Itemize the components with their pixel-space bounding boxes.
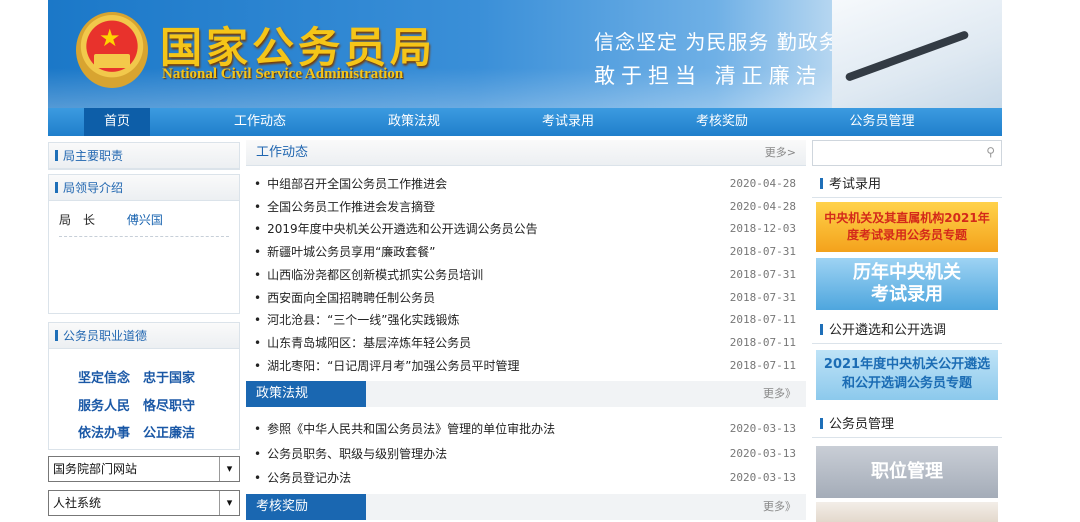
- news-item[interactable]: • 中组部召开全国公务员工作推进会 2020-04-28: [254, 173, 802, 195]
- policy-title[interactable]: 政策法规: [246, 381, 366, 407]
- nav-item-exam[interactable]: 考试录用: [526, 108, 610, 136]
- news-item[interactable]: • 公务员登记办法 2020-03-13: [254, 467, 802, 489]
- management-banner-2[interactable]: [816, 502, 998, 522]
- bullet-icon: •: [254, 290, 262, 305]
- news-item-date: 2018-07-31: [729, 267, 796, 281]
- leader-divider: [59, 236, 229, 237]
- duties-box: 局主要职责: [48, 142, 240, 170]
- leader-row: 局 长 傅兴国: [49, 201, 239, 228]
- news-item[interactable]: • 湖北枣阳：“日记周评月考”加强公务员平时管理 2018-07-11: [254, 355, 802, 377]
- slogan-line-2: 敢于担当 清正廉洁: [594, 64, 823, 88]
- news-item-date: 2018-07-11: [729, 313, 796, 327]
- news-item-date: 2018-07-11: [729, 358, 796, 372]
- work-news-title[interactable]: 工作动态: [256, 145, 308, 160]
- news-item-title[interactable]: 公务员职务、职级与级别管理办法: [267, 447, 447, 461]
- news-item-title[interactable]: 2019年度中央机关公开遴选和公开选调公务员公告: [267, 222, 538, 236]
- duties-heading[interactable]: 局主要职责: [49, 143, 239, 169]
- ethic-item[interactable]: 服务人民: [78, 395, 130, 414]
- ethic-item[interactable]: 坚定信念: [78, 367, 130, 386]
- news-item[interactable]: • 公务员职务、职级与级别管理办法 2020-03-13: [254, 443, 802, 465]
- position-management-banner[interactable]: 职位管理: [816, 446, 998, 498]
- header-banner: ★ 国家公务员局 National Civil Service Administ…: [48, 0, 1002, 108]
- policy-heading: 政策法规 更多》: [246, 381, 806, 407]
- news-item-date: 2020-04-28: [729, 199, 796, 213]
- nav-item-management[interactable]: 公务员管理: [834, 108, 930, 136]
- exam-heading: 考试录用: [812, 172, 1002, 198]
- hr-system-select[interactable]: 人社系统 ▾: [48, 490, 240, 516]
- main-nav: 首页 工作动态 政策法规 考试录用 考核奖励 公务员管理: [48, 108, 1002, 136]
- news-item[interactable]: • 西安面向全国招聘聘任制公务员 2018-07-31: [254, 287, 802, 309]
- work-news-heading: 工作动态 更多>: [246, 140, 806, 166]
- news-item-date: 2020-03-13: [729, 446, 796, 460]
- leader-name-link[interactable]: 傅兴国: [127, 213, 163, 227]
- leaders-box: 局领导介绍 局 长 傅兴国: [48, 174, 240, 314]
- nav-item-work-news[interactable]: 工作动态: [218, 108, 302, 136]
- site-subtitle: National Civil Service Administration: [162, 66, 404, 82]
- national-emblem-icon: ★: [76, 12, 148, 88]
- ethic-item[interactable]: 恪尽职守: [143, 395, 195, 414]
- news-item[interactable]: • 全国公务员工作推进会发言摘登 2020-04-28: [254, 196, 802, 218]
- slogan-line-1: 信念坚定 为民服务 勤政务实: [594, 30, 861, 54]
- reward-heading: 考核奖励 更多》: [246, 494, 806, 520]
- news-item-title[interactable]: 山西临汾尧都区创新模式抓实公务员培训: [267, 268, 483, 282]
- news-item[interactable]: • 山东青岛城阳区：基层淬炼年轻公务员 2018-07-11: [254, 332, 802, 354]
- news-item-title[interactable]: 中组部召开全国公务员工作推进会: [267, 177, 447, 191]
- banner-writing-image: [832, 0, 1002, 108]
- news-item-title[interactable]: 湖北枣阳：“日记周评月考”加强公务员平时管理: [267, 359, 519, 373]
- news-item-date: 2018-07-11: [729, 335, 796, 349]
- bullet-icon: •: [254, 222, 262, 237]
- ethic-item[interactable]: 依法办事: [78, 422, 130, 441]
- bullet-icon: •: [254, 358, 262, 373]
- chevron-down-icon[interactable]: ▾: [219, 491, 239, 515]
- nav-item-policy[interactable]: 政策法规: [372, 108, 456, 136]
- news-item-date: 2018-07-31: [729, 245, 796, 259]
- news-item[interactable]: • 2019年度中央机关公开遴选和公开选调公务员公告 2018-12-03: [254, 218, 802, 240]
- reward-more-link[interactable]: 更多》: [763, 494, 796, 520]
- ethic-item[interactable]: 公正廉洁: [143, 422, 195, 441]
- work-news-more-link[interactable]: 更多>: [765, 140, 796, 166]
- news-item-title[interactable]: 西安面向全国招聘聘任制公务员: [267, 291, 435, 305]
- bullet-icon: •: [254, 267, 262, 282]
- bullet-icon: •: [254, 422, 262, 436]
- news-item[interactable]: • 参照《中华人民共和国公务员法》管理的单位审批办法 2020-03-13: [254, 418, 802, 440]
- news-item-title[interactable]: 山东青岛城阳区：基层淬炼年轻公务员: [267, 336, 471, 350]
- ethics-heading[interactable]: 公务员职业道德: [49, 323, 239, 349]
- nav-item-reward[interactable]: 考核奖励: [680, 108, 764, 136]
- search-icon[interactable]: ⚲: [986, 145, 995, 159]
- policy-more-link[interactable]: 更多》: [763, 381, 796, 407]
- leader-role: 局 长: [59, 213, 96, 227]
- news-item-date: 2020-03-13: [729, 471, 796, 484]
- news-item[interactable]: • 山西临汾尧都区创新模式抓实公务员培训 2018-07-31: [254, 264, 802, 286]
- news-item-title[interactable]: 参照《中华人民共和国公务员法》管理的单位审批办法: [267, 422, 555, 436]
- news-item-title[interactable]: 河北沧县：“三个一线”强化实践锻炼: [267, 313, 459, 327]
- leaders-heading[interactable]: 局领导介绍: [49, 175, 239, 201]
- nav-item-home[interactable]: 首页: [84, 108, 150, 136]
- bullet-icon: •: [254, 245, 262, 260]
- gov-dept-site-select[interactable]: 国务院部门网站 ▾: [48, 456, 240, 482]
- bullet-icon: •: [254, 313, 262, 328]
- bullet-icon: •: [254, 471, 262, 485]
- exam-2021-banner[interactable]: 中央机关及其直属机构2021年度考试录用公务员专题: [816, 202, 998, 252]
- selection-heading: 公开遴选和公开选调: [812, 318, 1002, 344]
- news-item-title[interactable]: 全国公务员工作推进会发言摘登: [267, 200, 435, 214]
- ethic-item[interactable]: 忠于国家: [143, 367, 195, 386]
- reward-title[interactable]: 考核奖励: [246, 494, 366, 520]
- news-item-title[interactable]: 新疆叶城公务员享用“廉政套餐”: [267, 245, 435, 259]
- bullet-icon: •: [254, 335, 262, 350]
- news-item[interactable]: • 河北沧县：“三个一线”强化实践锻炼 2018-07-11: [254, 309, 802, 331]
- management-heading: 公务员管理: [812, 412, 1002, 438]
- selection-2021-banner[interactable]: 2021年度中央机关公开遴选和公开选调公务员专题: [816, 350, 998, 400]
- news-item-date: 2018-07-31: [729, 290, 796, 304]
- news-item[interactable]: • 新疆叶城公务员享用“廉政套餐” 2018-07-31: [254, 241, 802, 263]
- bullet-icon: •: [254, 446, 262, 461]
- news-item-date: 2020-04-28: [729, 177, 796, 190]
- news-item-title[interactable]: 公务员登记办法: [267, 471, 351, 485]
- news-item-date: 2018-12-03: [729, 222, 796, 236]
- bullet-icon: •: [254, 177, 262, 191]
- search-input[interactable]: ⚲: [812, 140, 1002, 166]
- bullet-icon: •: [254, 199, 262, 214]
- chevron-down-icon[interactable]: ▾: [219, 457, 239, 481]
- exam-history-banner[interactable]: 历年中央机关 考试录用: [816, 258, 998, 310]
- news-item-date: 2020-03-13: [729, 422, 796, 435]
